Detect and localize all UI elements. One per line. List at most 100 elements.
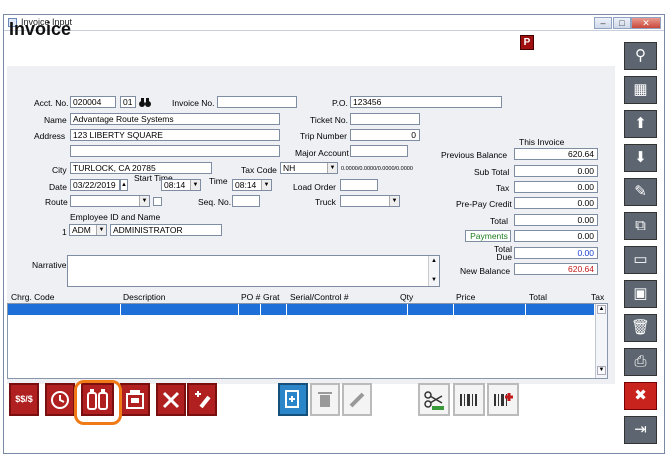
copy-icon [285, 390, 299, 408]
p-icon[interactable]: P [520, 35, 534, 50]
prepay-credit-value: 0.00 [514, 197, 598, 209]
copy-invoice-button[interactable] [278, 383, 308, 416]
date-field[interactable]: 03/22/2019 [70, 179, 120, 191]
grid-view-button[interactable]: ▦ [624, 76, 657, 104]
address1-field[interactable]: 123 LIBERTY SQUARE [70, 129, 280, 141]
name-field[interactable]: Advantage Route Systems [70, 113, 280, 125]
maximize-button[interactable]: □ [613, 17, 631, 29]
copy-button[interactable]: ⧉ [624, 212, 657, 240]
scroll-up-icon[interactable]: ▲ [429, 256, 439, 266]
exit-button[interactable]: ⇥ [624, 416, 657, 444]
arrow-down-icon: ⬇ [634, 149, 647, 166]
previous-button[interactable]: ⬆ [624, 110, 657, 138]
col-tax[interactable]: Tax [591, 292, 604, 302]
grid-scrollbar[interactable]: ▲ ▼ [595, 304, 607, 378]
payments-button[interactable]: Payments [465, 230, 511, 242]
charges-grid[interactable]: ▲ ▼ [7, 303, 608, 379]
chevron-down-icon: ▼ [139, 196, 149, 206]
save-button[interactable]: ▣ [624, 280, 657, 308]
next-button[interactable]: ⬇ [624, 144, 657, 172]
po-field[interactable]: 123456 [350, 96, 502, 108]
narrative-field[interactable] [67, 255, 440, 287]
scroll-up-icon[interactable]: ▲ [597, 305, 606, 314]
subtotal-value: 0.00 [514, 165, 598, 177]
table-row[interactable] [8, 304, 595, 315]
major-account-field[interactable] [350, 145, 408, 157]
employee-id-value: ADM [72, 225, 91, 235]
col-grat[interactable]: Grat [263, 292, 280, 302]
narrative-scrollbar[interactable]: ▲ ▼ [428, 256, 439, 286]
new-balance-label: New Balance [460, 266, 511, 276]
chevron-down-icon: ▼ [327, 163, 337, 173]
truck-select[interactable]: ▼ [340, 195, 400, 207]
new-record-button[interactable]: ▭ [624, 246, 657, 274]
seq-no-field[interactable] [232, 195, 260, 207]
chevron-down-icon: ▼ [389, 196, 399, 206]
tools-button[interactable] [156, 383, 186, 416]
service-button[interactable] [187, 383, 217, 416]
col-total[interactable]: Total [529, 292, 547, 302]
time-select[interactable]: 08:14 ▼ [232, 179, 272, 191]
delete-button[interactable]: 🗑 [624, 314, 657, 342]
truck-label: Truck [315, 197, 336, 207]
col-chrg-code[interactable]: Chrg. Code [11, 292, 54, 302]
cancel-button[interactable]: ✖ [624, 382, 657, 410]
load-order-label: Load Order [293, 182, 336, 192]
barcode-add-icon [494, 393, 513, 406]
col-description[interactable]: Description [123, 292, 166, 302]
start-time-value: 08:14 [164, 180, 186, 190]
scroll-down-icon[interactable]: ▼ [597, 366, 606, 375]
grid-icon: ▦ [633, 81, 648, 98]
col-price[interactable]: Price [456, 292, 475, 302]
tax-code-select[interactable]: NH ▼ [280, 162, 338, 174]
employee-name-field[interactable]: ADMINISTRATOR [110, 224, 222, 236]
page-title: Invoice [9, 19, 72, 39]
route-checkbox[interactable] [153, 197, 162, 206]
route-label: Route [45, 197, 68, 207]
ticket-label: Ticket No. [310, 115, 348, 125]
date-spinner[interactable]: ▲ [120, 179, 128, 191]
route-select[interactable]: ▼ [70, 195, 150, 207]
start-time-select[interactable]: 08:14 ▼ [161, 179, 201, 191]
close-window-button[interactable]: ✕ [631, 17, 661, 29]
search-button[interactable]: ⚲ [624, 42, 657, 70]
tax-rates-text: 0.0000/0.0000/0.0000/0.0000 [341, 166, 413, 172]
city-label: City [52, 165, 67, 175]
scissors-button[interactable] [418, 383, 450, 416]
minimize-button[interactable]: – [594, 17, 612, 29]
tax-code-value: NH [283, 163, 296, 173]
clock-button[interactable] [45, 383, 75, 416]
scroll-down-icon[interactable]: ▼ [429, 275, 439, 285]
edit-button[interactable]: ✎ [624, 178, 657, 206]
tax-label: Tax [496, 183, 510, 193]
employee-id-select[interactable]: ADM ▼ [69, 224, 107, 236]
seq-no-label: Seq. No. [198, 197, 232, 207]
register-icon [126, 390, 144, 409]
invoice-no-field[interactable] [217, 96, 297, 108]
address2-field[interactable] [70, 145, 280, 157]
clock-icon [51, 391, 69, 409]
print-button[interactable]: ⎙ [624, 348, 657, 376]
acct-sub-field[interactable]: 01 [120, 96, 136, 108]
col-qty[interactable]: Qty [400, 292, 413, 302]
po-label: P.O. [332, 98, 348, 108]
register-button[interactable] [120, 383, 150, 416]
payments-value: 0.00 [514, 230, 598, 242]
trip-field[interactable]: 0 [350, 129, 420, 141]
this-invoice-heading: This Invoice [519, 137, 565, 147]
binoculars-icon[interactable] [139, 97, 151, 108]
barcode-icon [460, 394, 477, 406]
barcode-add-button[interactable] [487, 383, 519, 416]
acct-no-field[interactable]: 020004 [70, 96, 116, 108]
col-po[interactable]: PO # [241, 292, 260, 302]
barcode-button[interactable] [453, 383, 485, 416]
ticket-field[interactable] [350, 113, 420, 125]
title-bar: Invoice Input – □ ✕ [4, 15, 664, 31]
address-label: Address [34, 131, 66, 141]
edit-invoice-button[interactable] [342, 383, 372, 416]
delete-invoice-button[interactable] [310, 383, 340, 416]
load-order-field[interactable] [340, 179, 378, 191]
employee-label: Employee ID and Name [70, 212, 161, 222]
currency-button[interactable]: $$/$ [9, 383, 39, 416]
col-serial[interactable]: Serial/Control # [290, 292, 349, 302]
